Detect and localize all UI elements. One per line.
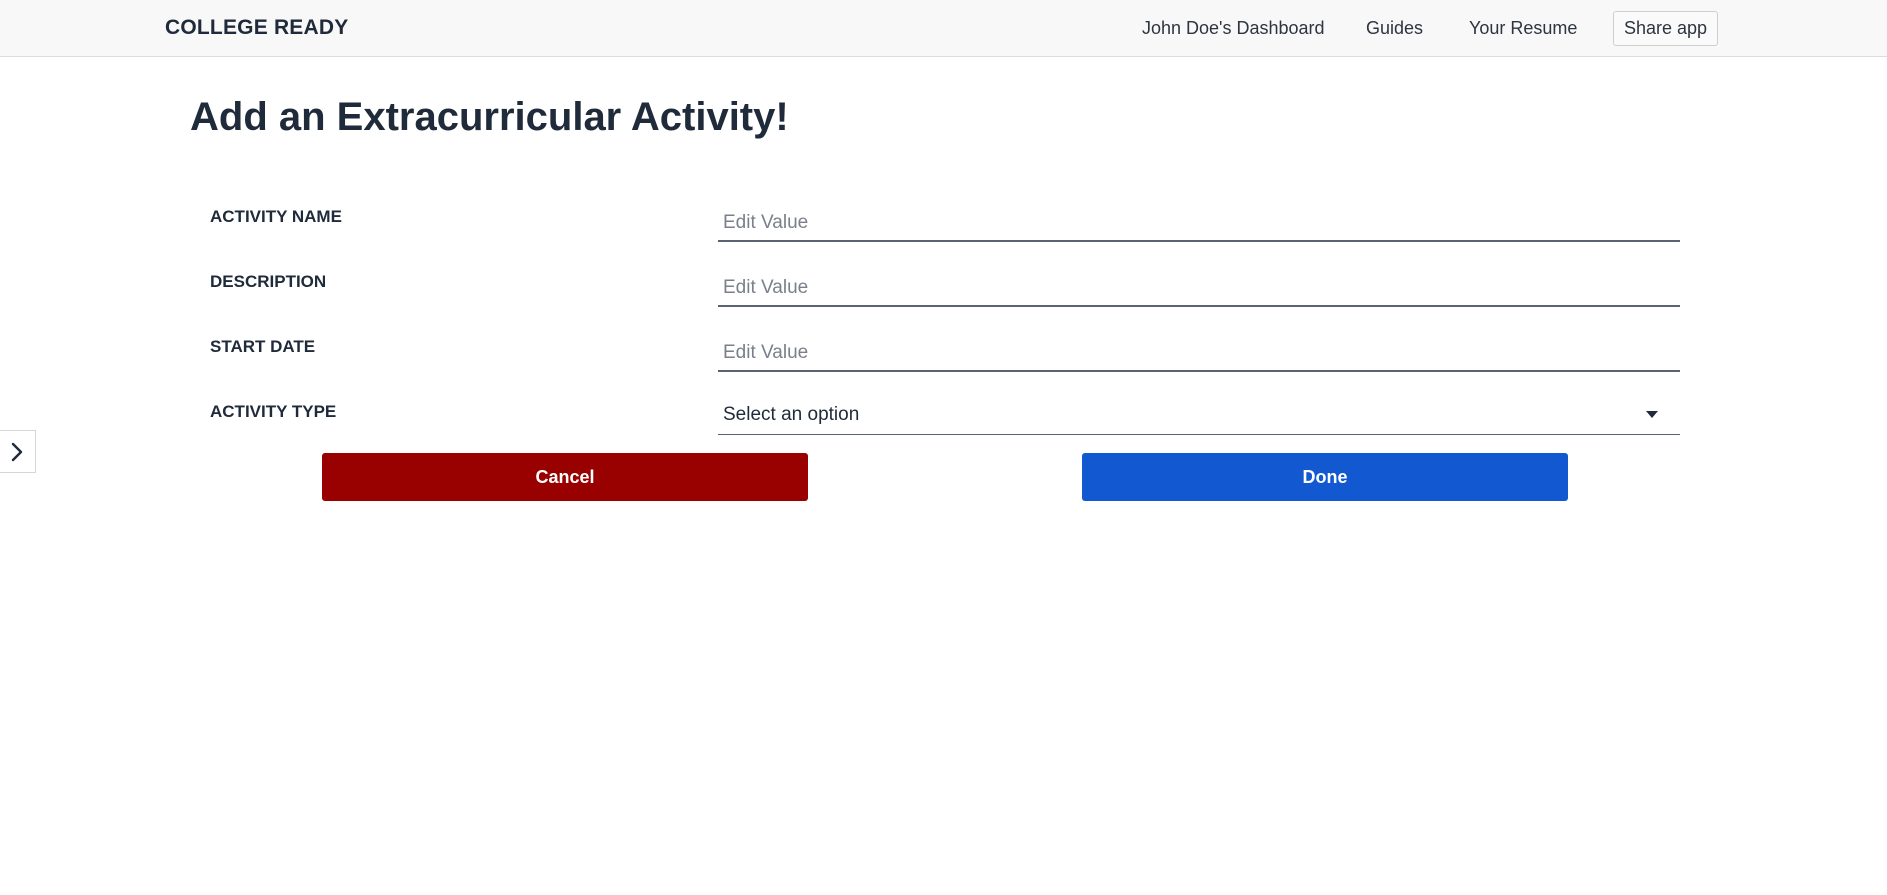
activity-name-label: ACTIVITY NAME <box>210 207 342 226</box>
activity-type-select[interactable]: Select an option <box>718 395 1680 435</box>
start-date-input[interactable] <box>718 332 1680 372</box>
share-app-button[interactable]: Share app <box>1613 11 1718 46</box>
description-label: DESCRIPTION <box>210 272 327 291</box>
nav-dashboard-link[interactable]: John Doe's Dashboard <box>1142 18 1325 39</box>
activity-name-input[interactable] <box>718 202 1680 242</box>
chevron-right-icon <box>11 442 23 461</box>
activity-type-selected-value: Select an option <box>723 404 860 425</box>
brand-logo-text[interactable]: COLLEGE READY <box>165 16 348 40</box>
activity-type-label: ACTIVITY TYPE <box>210 402 337 421</box>
nav-resume-link[interactable]: Your Resume <box>1469 18 1577 39</box>
sidebar-toggle-button[interactable] <box>0 430 36 473</box>
page-title: Add an Extracurricular Activity! <box>190 95 789 139</box>
nav-guides-link[interactable]: Guides <box>1366 18 1423 39</box>
top-navbar: COLLEGE READY John Doe's Dashboard Guide… <box>0 0 1887 57</box>
caret-down-icon <box>1646 411 1658 418</box>
done-button[interactable]: Done <box>1082 453 1568 501</box>
start-date-label: START DATE <box>210 337 316 356</box>
description-input[interactable] <box>718 267 1680 307</box>
cancel-button[interactable]: Cancel <box>322 453 808 501</box>
